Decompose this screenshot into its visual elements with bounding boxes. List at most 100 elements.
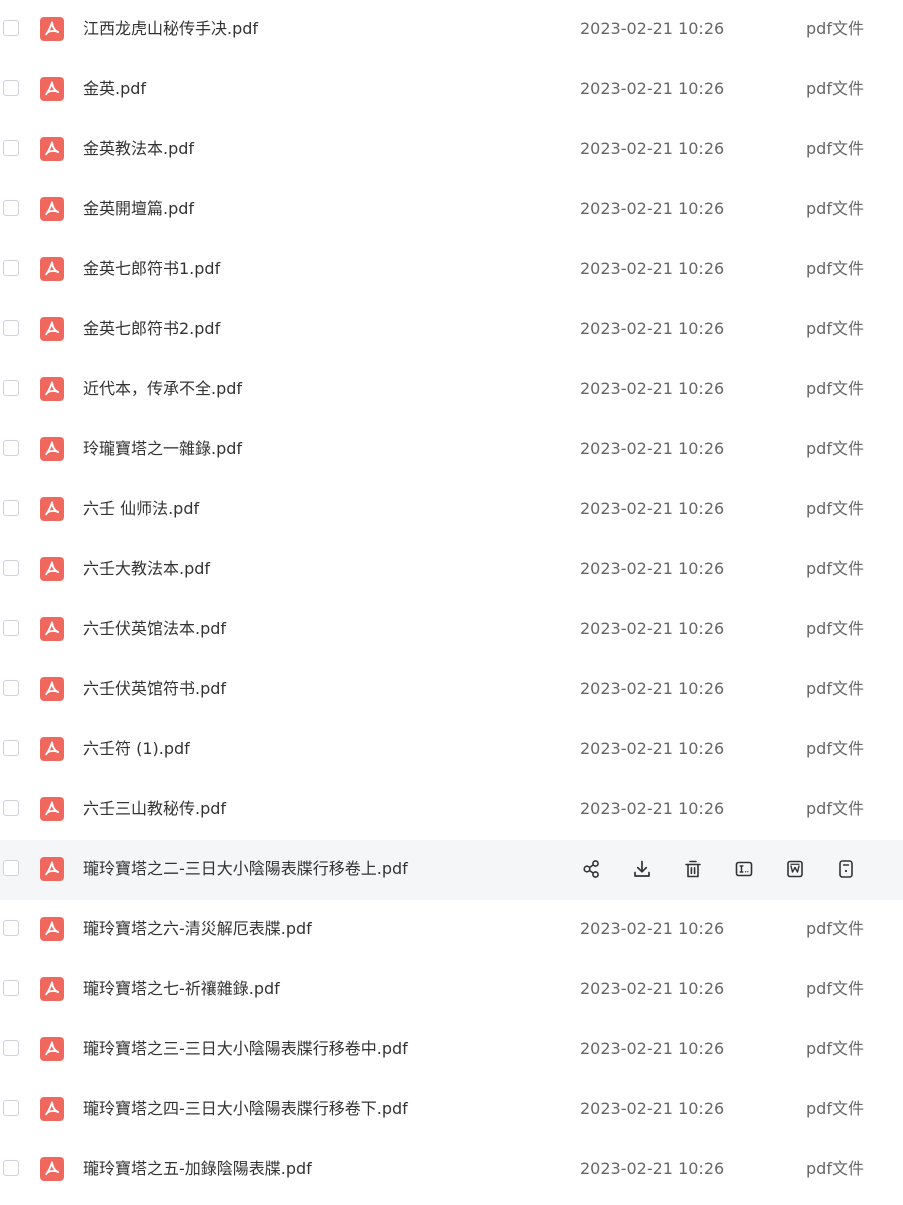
file-modified-date: 2023-02-21 10:26 (580, 619, 725, 638)
file-type: pdf文件 (806, 439, 864, 458)
row-checkbox[interactable] (3, 860, 19, 876)
pdf-file-icon (40, 1037, 64, 1061)
pdf-file-icon (40, 617, 64, 641)
row-checkbox[interactable] (3, 260, 19, 276)
file-list: 江西龙虎山秘传手决.pdf 2023-02-21 10:26 pdf文件 金英.… (0, 0, 903, 1200)
file-type: pdf文件 (806, 979, 864, 998)
file-name[interactable]: 瓏玲寶塔之二-三日大小陰陽表牒行移卷上.pdf (83, 840, 408, 898)
file-name[interactable]: 金英教法本.pdf (83, 120, 194, 178)
pdf-file-icon (40, 557, 64, 581)
file-name[interactable]: 金英七郎符书1.pdf (83, 240, 220, 298)
pdf-file-icon (40, 137, 64, 161)
file-name[interactable]: 瓏玲寶塔之五-加錄陰陽表牒.pdf (83, 1140, 312, 1198)
rename-icon[interactable] (732, 857, 756, 881)
row-checkbox[interactable] (3, 320, 19, 336)
download-icon[interactable] (630, 857, 654, 881)
file-row[interactable]: 六壬大教法本.pdf 2023-02-21 10:26 pdf文件 (0, 540, 903, 600)
file-type: pdf文件 (806, 259, 864, 278)
convert-word-icon[interactable] (783, 857, 807, 881)
pdf-file-icon (40, 377, 64, 401)
row-checkbox[interactable] (3, 200, 19, 216)
row-checkbox[interactable] (3, 1100, 19, 1116)
file-modified-date: 2023-02-21 10:26 (580, 799, 725, 818)
file-row[interactable]: 瓏玲寶塔之四-三日大小陰陽表牒行移卷下.pdf 2023-02-21 10:26… (0, 1080, 903, 1140)
file-row[interactable]: 六壬伏英馆法本.pdf 2023-02-21 10:26 pdf文件 (0, 600, 903, 660)
file-row[interactable]: 金英七郎符书2.pdf 2023-02-21 10:26 pdf文件 (0, 300, 903, 360)
file-modified-date: 2023-02-21 10:26 (580, 739, 725, 758)
row-checkbox[interactable] (3, 980, 19, 996)
file-type: pdf文件 (806, 1159, 864, 1178)
file-modified-date: 2023-02-21 10:26 (580, 1159, 725, 1178)
file-row[interactable]: 六壬伏英馆符书.pdf 2023-02-21 10:26 pdf文件 (0, 660, 903, 720)
delete-icon[interactable] (681, 857, 705, 881)
pdf-file-icon (40, 317, 64, 341)
pdf-file-icon (40, 497, 64, 521)
pdf-file-icon (40, 1097, 64, 1121)
file-modified-date: 2023-02-21 10:26 (580, 259, 725, 278)
file-row[interactable]: 金英開壇篇.pdf 2023-02-21 10:26 pdf文件 (0, 180, 903, 240)
file-modified-date: 2023-02-21 10:26 (580, 499, 725, 518)
row-checkbox[interactable] (3, 680, 19, 696)
row-checkbox[interactable] (3, 920, 19, 936)
pdf-file-icon (40, 77, 64, 101)
row-checkbox[interactable] (3, 140, 19, 156)
file-row[interactable]: 瓏玲寶塔之三-三日大小陰陽表牒行移卷中.pdf 2023-02-21 10:26… (0, 1020, 903, 1080)
file-name[interactable]: 六壬伏英馆符书.pdf (83, 660, 226, 718)
file-name[interactable]: 江西龙虎山秘传手决.pdf (83, 0, 258, 58)
file-name[interactable]: 六壬符 (1).pdf (83, 720, 190, 778)
row-checkbox[interactable] (3, 80, 19, 96)
file-row[interactable]: 金英.pdf 2023-02-21 10:26 pdf文件 (0, 60, 903, 120)
file-name[interactable]: 瓏玲寶塔之六-清災解厄表牒.pdf (83, 900, 312, 958)
file-name[interactable]: 瓏玲寶塔之四-三日大小陰陽表牒行移卷下.pdf (83, 1080, 408, 1138)
more-icon[interactable] (834, 857, 858, 881)
row-checkbox[interactable] (3, 620, 19, 636)
file-name[interactable]: 玲瓏寶塔之一雜錄.pdf (83, 420, 242, 478)
row-checkbox[interactable] (3, 560, 19, 576)
file-modified-date: 2023-02-21 10:26 (580, 559, 725, 578)
row-checkbox[interactable] (3, 1040, 19, 1056)
row-checkbox[interactable] (3, 380, 19, 396)
share-icon[interactable] (579, 857, 603, 881)
file-modified-date: 2023-02-21 10:26 (580, 19, 725, 38)
file-row[interactable]: 六壬符 (1).pdf 2023-02-21 10:26 pdf文件 (0, 720, 903, 780)
file-row[interactable]: 瓏玲寶塔之二-三日大小陰陽表牒行移卷上.pdf (0, 840, 903, 900)
file-name[interactable]: 金英.pdf (83, 60, 146, 118)
row-checkbox[interactable] (3, 1160, 19, 1176)
file-type: pdf文件 (806, 499, 864, 518)
row-checkbox[interactable] (3, 500, 19, 516)
file-row[interactable]: 六壬 仙师法.pdf 2023-02-21 10:26 pdf文件 (0, 480, 903, 540)
row-checkbox[interactable] (3, 800, 19, 816)
file-type: pdf文件 (806, 199, 864, 218)
file-name[interactable]: 近代本，传承不全.pdf (83, 360, 242, 418)
file-row[interactable]: 六壬三山教秘传.pdf 2023-02-21 10:26 pdf文件 (0, 780, 903, 840)
file-name[interactable]: 瓏玲寶塔之三-三日大小陰陽表牒行移卷中.pdf (83, 1020, 408, 1078)
file-name[interactable]: 六壬伏英馆法本.pdf (83, 600, 226, 658)
file-row[interactable]: 江西龙虎山秘传手决.pdf 2023-02-21 10:26 pdf文件 (0, 0, 903, 60)
file-row[interactable]: 近代本，传承不全.pdf 2023-02-21 10:26 pdf文件 (0, 360, 903, 420)
pdf-file-icon (40, 917, 64, 941)
file-name[interactable]: 六壬大教法本.pdf (83, 540, 210, 598)
file-row[interactable]: 金英七郎符书1.pdf 2023-02-21 10:26 pdf文件 (0, 240, 903, 300)
pdf-file-icon (40, 857, 64, 881)
pdf-file-icon (40, 977, 64, 1001)
file-row[interactable]: 瓏玲寶塔之六-清災解厄表牒.pdf 2023-02-21 10:26 pdf文件 (0, 900, 903, 960)
row-checkbox[interactable] (3, 440, 19, 456)
file-name[interactable]: 瓏玲寶塔之七-祈禳雜錄.pdf (83, 960, 280, 1018)
file-name[interactable]: 金英七郎符书2.pdf (83, 300, 220, 358)
file-row[interactable]: 金英教法本.pdf 2023-02-21 10:26 pdf文件 (0, 120, 903, 180)
file-name[interactable]: 金英開壇篇.pdf (83, 180, 194, 238)
file-type: pdf文件 (806, 139, 864, 158)
pdf-file-icon (40, 17, 64, 41)
file-row[interactable]: 瓏玲寶塔之五-加錄陰陽表牒.pdf 2023-02-21 10:26 pdf文件 (0, 1140, 903, 1200)
file-modified-date: 2023-02-21 10:26 (580, 79, 725, 98)
file-name[interactable]: 六壬 仙师法.pdf (83, 480, 199, 538)
file-modified-date: 2023-02-21 10:26 (580, 199, 725, 218)
row-checkbox[interactable] (3, 740, 19, 756)
file-row[interactable]: 瓏玲寶塔之七-祈禳雜錄.pdf 2023-02-21 10:26 pdf文件 (0, 960, 903, 1020)
file-name[interactable]: 六壬三山教秘传.pdf (83, 780, 226, 838)
file-type: pdf文件 (806, 19, 864, 38)
file-row[interactable]: 玲瓏寶塔之一雜錄.pdf 2023-02-21 10:26 pdf文件 (0, 420, 903, 480)
row-checkbox[interactable] (3, 20, 19, 36)
file-modified-date: 2023-02-21 10:26 (580, 139, 725, 158)
file-modified-date: 2023-02-21 10:26 (580, 919, 725, 938)
